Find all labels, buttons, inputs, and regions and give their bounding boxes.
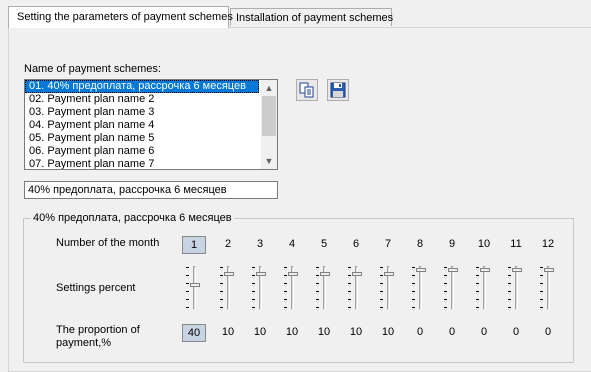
list-item[interactable]: 05. Payment plan name 5 (25, 132, 259, 145)
tab-strip: Setting the parameters of payment scheme… (0, 0, 591, 30)
copy-icon (299, 82, 314, 98)
slider-track (483, 266, 486, 310)
percent-slider[interactable] (312, 266, 336, 310)
slider-thumb[interactable] (480, 268, 490, 272)
slider-thumb[interactable] (320, 271, 330, 276)
list-item[interactable]: 01. 40% предоплата, рассрочка 6 месяцев (25, 80, 259, 93)
list-item[interactable]: 04. Payment plan name 4 (25, 119, 259, 132)
settings-row-label: Settings percent (56, 282, 136, 294)
percent-slider[interactable] (216, 266, 240, 310)
month-number[interactable]: 5 (312, 236, 336, 252)
month-number[interactable]: 11 (504, 236, 528, 252)
list-item[interactable]: 06. Payment plan name 6 (25, 145, 259, 158)
group-title: 40% предоплата, рассрочка 6 месяцев (31, 212, 234, 225)
list-item[interactable]: 07. Payment plan name 7 (25, 158, 259, 169)
slider-thumb[interactable] (352, 271, 362, 276)
tab-installation[interactable]: Installation of payment schemes (230, 8, 393, 26)
percent-slider[interactable] (408, 266, 432, 310)
slider-ticks (412, 266, 415, 310)
month-number[interactable]: 8 (408, 236, 432, 252)
scroll-down-icon[interactable]: ▼ (261, 153, 277, 169)
slider-ticks (540, 266, 543, 310)
month-number[interactable]: 7 (376, 236, 400, 252)
scroll-up-icon[interactable]: ▲ (261, 80, 277, 96)
slider-track (419, 266, 422, 310)
month-number[interactable]: 12 (536, 236, 560, 252)
list-item[interactable]: 03. Payment plan name 3 (25, 106, 259, 119)
percent-slider[interactable] (472, 266, 496, 310)
save-icon (330, 82, 346, 98)
percent-slider[interactable] (344, 266, 368, 310)
month-number[interactable]: 4 (280, 236, 304, 252)
month-number[interactable]: 9 (440, 236, 464, 252)
proportion-value: 10 (381, 326, 395, 338)
percent-slider[interactable] (248, 266, 272, 310)
slider-ticks (220, 266, 223, 310)
percent-slider[interactable] (376, 266, 400, 310)
slider-ticks (316, 266, 319, 310)
slider-track (193, 266, 196, 310)
month-row-label: Number of the month (56, 237, 160, 249)
slider-track (451, 266, 454, 310)
proportion-value: 0 (544, 326, 552, 338)
month-number[interactable]: 3 (248, 236, 272, 252)
slider-thumb[interactable] (224, 271, 234, 276)
percent-slider[interactable] (182, 266, 206, 310)
slider-ticks (508, 266, 511, 310)
slider-ticks (444, 266, 447, 310)
month-number[interactable]: 1 (182, 236, 206, 254)
slider-track (515, 266, 518, 310)
slider-track (547, 266, 550, 310)
percent-slider[interactable] (280, 266, 304, 310)
proportion-value: 0 (512, 326, 520, 338)
proportion-row-label: The proportion of payment,% (56, 324, 140, 349)
tab-setting-parameters[interactable]: Setting the parameters of payment scheme… (8, 6, 233, 28)
list-item[interactable]: 02. Payment plan name 2 (25, 93, 259, 106)
slider-ticks (380, 266, 383, 310)
scroll-thumb[interactable] (262, 96, 276, 136)
slider-ticks (186, 266, 189, 310)
slider-thumb[interactable] (190, 283, 200, 288)
percent-slider[interactable] (504, 266, 528, 310)
slider-ticks (284, 266, 287, 310)
proportion-value: 10 (285, 326, 299, 338)
proportion-value: 0 (448, 326, 456, 338)
listbox-scrollbar[interactable]: ▲ ▼ (261, 80, 277, 169)
slider-thumb[interactable] (544, 268, 554, 272)
proportion-value[interactable]: 40 (182, 324, 206, 342)
month-number[interactable]: 10 (472, 236, 496, 252)
slider-thumb[interactable] (288, 271, 298, 276)
proportion-value: 10 (253, 326, 267, 338)
proportion-value: 10 (221, 326, 235, 338)
proportion-value: 0 (480, 326, 488, 338)
month-number[interactable]: 2 (216, 236, 240, 252)
percent-slider[interactable] (536, 266, 560, 310)
slider-thumb[interactable] (256, 271, 266, 276)
save-button[interactable] (327, 79, 349, 101)
slider-thumb[interactable] (448, 268, 458, 272)
schemes-label: Name of payment schemes: (24, 63, 161, 75)
slider-thumb[interactable] (416, 268, 426, 272)
schemes-listbox[interactable]: 01. 40% предоплата, рассрочка 6 месяцев 0… (24, 79, 278, 170)
percent-slider[interactable] (440, 266, 464, 310)
slider-ticks (252, 266, 255, 310)
proportion-value: 0 (416, 326, 424, 338)
month-number[interactable]: 6 (344, 236, 368, 252)
copy-button[interactable] (296, 79, 318, 101)
scheme-name-field[interactable]: 40% предоплата, рассрочка 6 месяцев (24, 181, 278, 199)
slider-ticks (476, 266, 479, 310)
slider-ticks (348, 266, 351, 310)
slider-thumb[interactable] (512, 268, 522, 272)
slider-thumb[interactable] (384, 271, 394, 276)
proportion-value: 10 (317, 326, 331, 338)
proportion-value: 10 (349, 326, 363, 338)
